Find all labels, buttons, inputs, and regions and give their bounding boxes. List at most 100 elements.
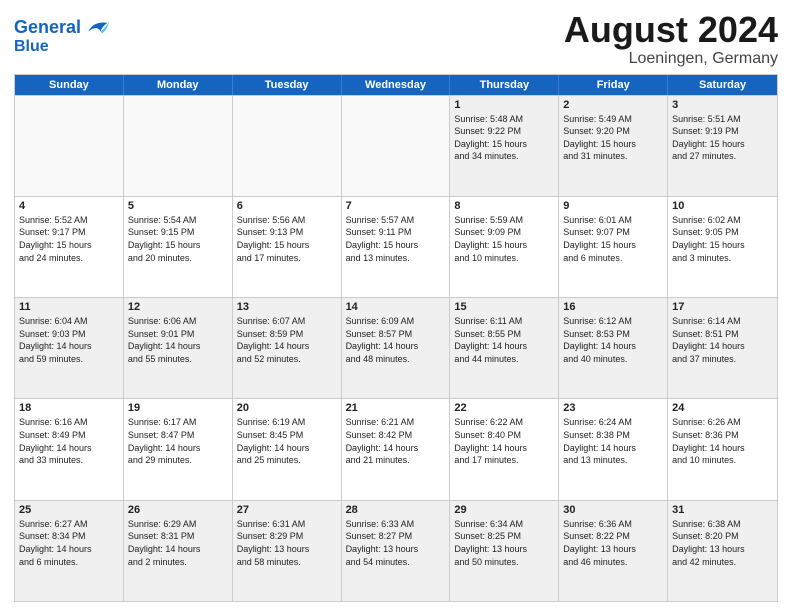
cal-cell: 12Sunrise: 6:06 AM Sunset: 9:01 PM Dayli… <box>124 298 233 398</box>
cal-cell: 26 Sunrise: 6:29 AM Sunset: 8:31 PM Dayli… <box>124 501 233 601</box>
cal-cell: 1 Sunrise: 5:48 AM Sunset: 9:22 PM Daylig… <box>450 96 559 196</box>
page: General Blue August 2024 Loeningen, Germ… <box>0 0 792 612</box>
cell-info: Sunrise: 6:31 AM Sunset: 8:29 PM Dayligh… <box>237 518 337 568</box>
day-number: 29 <box>454 504 554 516</box>
cell-info: Sunrise: 5:57 AM Sunset: 9:11 PM Dayligh… <box>346 214 446 264</box>
cal-cell: 7 Sunrise: 5:57 AM Sunset: 9:11 PM Daylig… <box>342 197 451 297</box>
cell-info: Sunrise: 5:59 AM Sunset: 9:09 PM Dayligh… <box>454 214 554 264</box>
day-number: 6 <box>237 200 337 212</box>
cal-cell: 14 Sunrise: 6:09 AM Sunset: 8:57 PM Dayli… <box>342 298 451 398</box>
header-day-saturday: Saturday <box>668 75 777 95</box>
cal-cell: 28Sunrise: 6:33 AM Sunset: 8:27 PM Dayli… <box>342 501 451 601</box>
cell-info: Sunrise: 6:04 AM Sunset: 9:03 PM Dayligh… <box>19 315 119 365</box>
cell-info: Sunrise: 6:34 AM Sunset: 8:25 PM Dayligh… <box>454 518 554 568</box>
cal-cell: 27 Sunrise: 6:31 AM Sunset: 8:29 PM Dayli… <box>233 501 342 601</box>
day-number: 20 <box>237 402 337 414</box>
day-number: 4 <box>19 200 119 212</box>
cell-info: Sunrise: 6:02 AM Sunset: 9:05 PM Dayligh… <box>672 214 773 264</box>
week-row-1: 1 Sunrise: 5:48 AM Sunset: 9:22 PM Daylig… <box>15 95 777 196</box>
week-row-4: 18 Sunrise: 6:16 AM Sunset: 8:49 PM Dayli… <box>15 398 777 499</box>
cell-info: Sunrise: 6:24 AM Sunset: 8:38 PM Dayligh… <box>563 416 663 466</box>
header-day-friday: Friday <box>559 75 668 95</box>
cell-info: Sunrise: 6:11 AM Sunset: 8:55 PM Dayligh… <box>454 315 554 365</box>
cell-info: Sunrise: 6:16 AM Sunset: 8:49 PM Dayligh… <box>19 416 119 466</box>
logo: General Blue <box>14 14 111 56</box>
header: General Blue August 2024 Loeningen, Germ… <box>14 10 778 68</box>
calendar: SundayMondayTuesdayWednesdayThursdayFrid… <box>14 74 778 602</box>
day-number: 10 <box>672 200 773 212</box>
cal-cell: 20 Sunrise: 6:19 AM Sunset: 8:45 PM Dayli… <box>233 399 342 499</box>
header-day-monday: Monday <box>124 75 233 95</box>
day-number: 15 <box>454 301 554 313</box>
day-number: 31 <box>672 504 773 516</box>
cal-cell <box>124 96 233 196</box>
cell-info: Sunrise: 6:07 AM Sunset: 8:59 PM Dayligh… <box>237 315 337 365</box>
day-number: 28 <box>346 504 446 516</box>
day-number: 3 <box>672 99 773 111</box>
cal-cell: 10 Sunrise: 6:02 AM Sunset: 9:05 PM Dayli… <box>668 197 777 297</box>
day-number: 18 <box>19 402 119 414</box>
day-number: 24 <box>672 402 773 414</box>
cell-info: Sunrise: 5:49 AM Sunset: 9:20 PM Dayligh… <box>563 113 663 163</box>
cal-cell: 17 Sunrise: 6:14 AM Sunset: 8:51 PM Dayli… <box>668 298 777 398</box>
day-number: 25 <box>19 504 119 516</box>
day-number: 17 <box>672 301 773 313</box>
cell-info: Sunrise: 6:27 AM Sunset: 8:34 PM Dayligh… <box>19 518 119 568</box>
cell-info: Sunrise: 5:48 AM Sunset: 9:22 PM Dayligh… <box>454 113 554 163</box>
cell-info: Sunrise: 6:21 AM Sunset: 8:42 PM Dayligh… <box>346 416 446 466</box>
calendar-header: SundayMondayTuesdayWednesdayThursdayFrid… <box>15 75 777 95</box>
week-row-3: 11 Sunrise: 6:04 AM Sunset: 9:03 PM Dayli… <box>15 297 777 398</box>
day-number: 30 <box>563 504 663 516</box>
cal-cell: 9Sunrise: 6:01 AM Sunset: 9:07 PM Daylig… <box>559 197 668 297</box>
cell-info: Sunrise: 5:56 AM Sunset: 9:13 PM Dayligh… <box>237 214 337 264</box>
day-number: 13 <box>237 301 337 313</box>
cell-info: Sunrise: 6:12 AM Sunset: 8:53 PM Dayligh… <box>563 315 663 365</box>
day-number: 7 <box>346 200 446 212</box>
logo-text: General <box>14 18 81 38</box>
cal-cell: 19 Sunrise: 6:17 AM Sunset: 8:47 PM Dayli… <box>124 399 233 499</box>
cal-cell: 24 Sunrise: 6:26 AM Sunset: 8:36 PM Dayli… <box>668 399 777 499</box>
day-number: 2 <box>563 99 663 111</box>
week-row-5: 25 Sunrise: 6:27 AM Sunset: 8:34 PM Dayli… <box>15 500 777 601</box>
cell-info: Sunrise: 6:36 AM Sunset: 8:22 PM Dayligh… <box>563 518 663 568</box>
cell-info: Sunrise: 6:17 AM Sunset: 8:47 PM Dayligh… <box>128 416 228 466</box>
cal-cell: 21 Sunrise: 6:21 AM Sunset: 8:42 PM Dayli… <box>342 399 451 499</box>
day-number: 26 <box>128 504 228 516</box>
day-number: 21 <box>346 402 446 414</box>
cell-info: Sunrise: 6:09 AM Sunset: 8:57 PM Dayligh… <box>346 315 446 365</box>
cal-cell: 11 Sunrise: 6:04 AM Sunset: 9:03 PM Dayli… <box>15 298 124 398</box>
day-number: 22 <box>454 402 554 414</box>
cell-info: Sunrise: 5:54 AM Sunset: 9:15 PM Dayligh… <box>128 214 228 264</box>
day-number: 5 <box>128 200 228 212</box>
day-number: 19 <box>128 402 228 414</box>
cell-info: Sunrise: 5:52 AM Sunset: 9:17 PM Dayligh… <box>19 214 119 264</box>
cal-cell <box>15 96 124 196</box>
day-number: 1 <box>454 99 554 111</box>
day-number: 23 <box>563 402 663 414</box>
day-number: 11 <box>19 301 119 313</box>
cell-info: Sunrise: 6:01 AM Sunset: 9:07 PM Dayligh… <box>563 214 663 264</box>
day-number: 12 <box>128 301 228 313</box>
title-month: August 2024 <box>564 10 778 50</box>
week-row-2: 4 Sunrise: 5:52 AM Sunset: 9:17 PM Daylig… <box>15 196 777 297</box>
header-day-sunday: Sunday <box>15 75 124 95</box>
cell-info: Sunrise: 6:19 AM Sunset: 8:45 PM Dayligh… <box>237 416 337 466</box>
cal-cell: 6 Sunrise: 5:56 AM Sunset: 9:13 PM Daylig… <box>233 197 342 297</box>
cell-info: Sunrise: 6:29 AM Sunset: 8:31 PM Dayligh… <box>128 518 228 568</box>
cal-cell: 13 Sunrise: 6:07 AM Sunset: 8:59 PM Dayli… <box>233 298 342 398</box>
cal-cell: 31 Sunrise: 6:38 AM Sunset: 8:20 PM Dayli… <box>668 501 777 601</box>
cell-info: Sunrise: 6:14 AM Sunset: 8:51 PM Dayligh… <box>672 315 773 365</box>
day-number: 16 <box>563 301 663 313</box>
cell-info: Sunrise: 6:38 AM Sunset: 8:20 PM Dayligh… <box>672 518 773 568</box>
cal-cell: 23 Sunrise: 6:24 AM Sunset: 8:38 PM Dayli… <box>559 399 668 499</box>
cal-cell: 18 Sunrise: 6:16 AM Sunset: 8:49 PM Dayli… <box>15 399 124 499</box>
cell-info: Sunrise: 6:26 AM Sunset: 8:36 PM Dayligh… <box>672 416 773 466</box>
cal-cell: 16 Sunrise: 6:12 AM Sunset: 8:53 PM Dayli… <box>559 298 668 398</box>
cell-info: Sunrise: 5:51 AM Sunset: 9:19 PM Dayligh… <box>672 113 773 163</box>
logo-bird-icon <box>83 14 111 42</box>
header-day-tuesday: Tuesday <box>233 75 342 95</box>
cal-cell: 22Sunrise: 6:22 AM Sunset: 8:40 PM Dayli… <box>450 399 559 499</box>
cal-cell <box>233 96 342 196</box>
day-number: 27 <box>237 504 337 516</box>
day-number: 14 <box>346 301 446 313</box>
